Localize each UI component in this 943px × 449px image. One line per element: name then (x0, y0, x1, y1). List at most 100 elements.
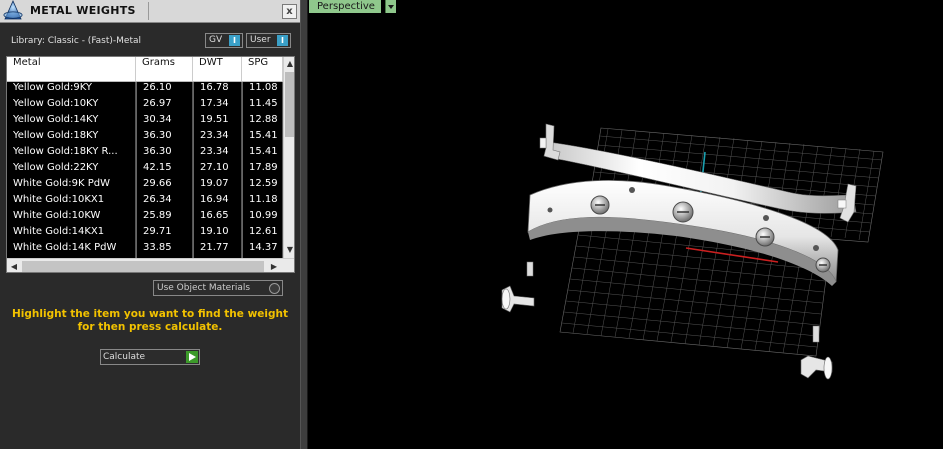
calculate-button[interactable]: Calculate (100, 349, 200, 365)
calculate-label: Calculate (103, 352, 146, 362)
cell-metal: White Gold:9K PdW (7, 178, 136, 194)
cell-spg: 11.18 (242, 194, 283, 210)
panel-titlebar: METAL WEIGHTS x (0, 0, 300, 23)
table-row[interactable]: Yellow Gold:14KY 30.34 19.51 12.88 (7, 114, 283, 130)
metal-weights-table: Metal Grams DWT SPG Yellow Gold:9KY 26.10… (6, 56, 295, 273)
cell-metal: Yellow Gold:18KY R... (7, 146, 136, 162)
close-icon: x (286, 6, 293, 17)
cell-spg: 15.41 (242, 130, 283, 146)
table-row[interactable]: White Gold:10KW 25.89 16.65 10.99 (7, 210, 283, 226)
cell-grams: 30.34 (136, 114, 193, 130)
vertical-scrollbar[interactable]: ▲ ▼ (283, 57, 294, 258)
cell-dwt: 19.10 (193, 226, 242, 242)
table-row[interactable]: Yellow Gold:18KY R... 36.30 23.34 15.41 (7, 146, 283, 162)
chevron-down-icon (388, 5, 394, 9)
instructions-text: Highlight the item you want to find the … (12, 308, 288, 333)
bangle-model (527, 141, 857, 286)
cell-grams: 26.34 (136, 194, 193, 210)
cell-spg: 12.61 (242, 226, 283, 242)
cell-metal: White Gold:10KX1 (7, 194, 136, 210)
cell-metal: Yellow Gold:22KY (7, 162, 136, 178)
cell-dwt: 17.34 (193, 98, 242, 114)
cell-dwt: 16.94 (193, 194, 242, 210)
scroll-right-icon[interactable]: ▶ (267, 259, 281, 272)
table-row[interactable]: White Gold:10KX1 26.34 16.94 11.18 (7, 194, 283, 210)
cell-grams: 26.10 (136, 82, 193, 98)
cell-dwt: 27.10 (193, 162, 242, 178)
title-divider (148, 2, 149, 20)
cell-grams: 42.15 (136, 162, 193, 178)
radio-icon[interactable] (269, 283, 280, 294)
cell-grams: 25.89 (136, 210, 193, 226)
screw-part-top-right (837, 183, 857, 223)
column-header-dwt[interactable]: DWT (193, 57, 242, 81)
cell-dwt: 19.07 (193, 178, 242, 194)
table-row[interactable]: Yellow Gold:22KY 42.15 27.10 17.89 (7, 162, 283, 178)
cell-grams: 29.66 (136, 178, 193, 194)
column-header-metal[interactable]: Metal (7, 57, 136, 81)
table-body: Yellow Gold:9KY 26.10 16.78 11.08 Yellow Gol… (7, 82, 283, 258)
cell-dwt: 23.34 (193, 146, 242, 162)
scroll-down-icon[interactable]: ▼ (284, 243, 294, 257)
cell-spg: 14.37 (242, 242, 283, 258)
table-row[interactable]: White Gold:14K PdW 33.85 21.77 14.37 (7, 242, 283, 258)
screw-part-left (501, 261, 535, 313)
cell-metal: Yellow Gold:9KY (7, 82, 136, 98)
cell-dwt: 23.34 (193, 130, 242, 146)
cell-metal: Yellow Gold:18KY (7, 130, 136, 146)
user-toggle-switch: I (277, 35, 288, 46)
scroll-left-icon[interactable]: ◀ (7, 259, 21, 272)
cell-grams: 29.71 (136, 226, 193, 242)
cell-dwt: 16.78 (193, 82, 242, 98)
vertical-scroll-thumb[interactable] (285, 72, 294, 137)
cell-spg: 11.45 (242, 98, 283, 114)
cell-grams: 26.97 (136, 98, 193, 114)
3d-viewport[interactable]: Perspective (308, 0, 943, 449)
gv-toggle-label: GV (209, 35, 223, 45)
cell-spg: 12.59 (242, 178, 283, 194)
cell-metal: White Gold:14KX1 (7, 226, 136, 242)
panel-title: METAL WEIGHTS (30, 4, 136, 17)
table-header: Metal Grams DWT SPG (7, 57, 283, 82)
use-object-materials-option[interactable]: Use Object Materials (153, 280, 283, 296)
gv-toggle-switch: I (229, 35, 240, 46)
cell-dwt: 21.77 (193, 242, 242, 258)
scroll-up-icon[interactable]: ▲ (284, 57, 294, 71)
cell-spg: 10.99 (242, 210, 283, 226)
play-icon (186, 351, 198, 363)
viewport-scene (501, 123, 884, 380)
user-toggle-label: User (250, 35, 271, 45)
table-row[interactable]: Yellow Gold:10KY 26.97 17.34 11.45 (7, 98, 283, 114)
user-toggle[interactable]: User I (246, 33, 291, 48)
table-row[interactable]: Yellow Gold:18KY 36.30 23.34 15.41 (7, 130, 283, 146)
view-dropdown-button[interactable] (385, 0, 396, 13)
table-row[interactable]: White Gold:9K PdW 29.66 19.07 12.59 (7, 178, 283, 194)
table-row[interactable]: Yellow Gold:9KY 26.10 16.78 11.08 (7, 82, 283, 98)
cell-grams: 36.30 (136, 146, 193, 162)
gv-toggle[interactable]: GV I (205, 33, 243, 48)
use-object-materials-label: Use Object Materials (157, 283, 251, 293)
column-header-grams[interactable]: Grams (136, 57, 193, 81)
column-header-spg[interactable]: SPG (242, 57, 283, 81)
library-label: Library: Classic - (Fast)-Metal (11, 36, 142, 46)
view-label[interactable]: Perspective (309, 0, 381, 13)
close-button[interactable]: x (282, 4, 297, 19)
horizontal-scrollbar[interactable]: ◀ ▶ (7, 258, 294, 272)
cell-dwt: 16.65 (193, 210, 242, 226)
cell-grams: 36.30 (136, 130, 193, 146)
cell-grams: 33.85 (136, 242, 193, 258)
screw-part-top-left (539, 123, 561, 161)
cell-metal: White Gold:14K PdW (7, 242, 136, 258)
metal-weights-panel: METAL WEIGHTS x Library: Classic - (Fast… (0, 0, 300, 449)
horizontal-scroll-thumb[interactable] (22, 261, 264, 272)
cell-spg: 15.41 (242, 146, 283, 162)
cell-spg: 11.08 (242, 82, 283, 98)
panel-splitter[interactable] (300, 0, 308, 449)
metal-weights-logo-icon (2, 0, 24, 22)
cell-metal: Yellow Gold:14KY (7, 114, 136, 130)
cell-dwt: 19.51 (193, 114, 242, 130)
cell-metal: White Gold:10KW (7, 210, 136, 226)
cell-spg: 17.89 (242, 162, 283, 178)
table-row[interactable]: White Gold:14KX1 29.71 19.10 12.61 (7, 226, 283, 242)
cell-metal: Yellow Gold:10KY (7, 98, 136, 114)
